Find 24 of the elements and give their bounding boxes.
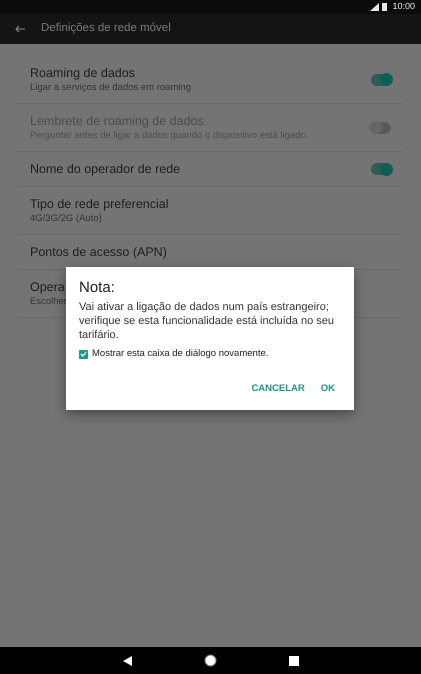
setting-title: Roaming de dados xyxy=(30,65,135,81)
back-nav-icon[interactable] xyxy=(122,656,132,666)
toggle-switch[interactable] xyxy=(371,163,391,175)
recents-nav-icon[interactable] xyxy=(288,656,298,666)
checkbox[interactable] xyxy=(79,350,88,359)
home-nav-icon[interactable] xyxy=(204,654,216,667)
battery-icon xyxy=(382,3,388,11)
setting-title: Nome do operador de rede xyxy=(30,161,180,177)
setting-title: Pontos de acesso (APN) xyxy=(30,244,167,260)
toggle-switch[interactable] xyxy=(371,74,391,86)
dialog-message: Vai ativar a ligação de dados num país estrangeiro; verifique se esta funcionalidade está incluída no seu tarifário. xyxy=(79,300,336,342)
back-arrow-icon xyxy=(15,25,25,33)
dialog-button[interactable]: CANCELAR xyxy=(245,379,311,400)
setting-subtitle: Escolher xyxy=(30,295,67,308)
status-time: 10:00 xyxy=(392,0,415,14)
setting-title: Tipo de rede preferencial xyxy=(30,196,169,212)
toolbar-title: Definições de rede móvel xyxy=(41,21,171,36)
setting-title: Opera xyxy=(30,279,65,295)
setting-subtitle: 4G/3G/2G (Auto) xyxy=(30,212,102,225)
dialog-button[interactable]: OK xyxy=(314,379,341,400)
dialog-title: Nota: xyxy=(79,279,116,297)
signal-icon xyxy=(370,3,380,11)
checkbox-label: Mostrar esta caixa de diálogo novamente. xyxy=(92,347,268,361)
setting-subtitle: Ligar a serviços de dados em roaming xyxy=(30,81,192,94)
